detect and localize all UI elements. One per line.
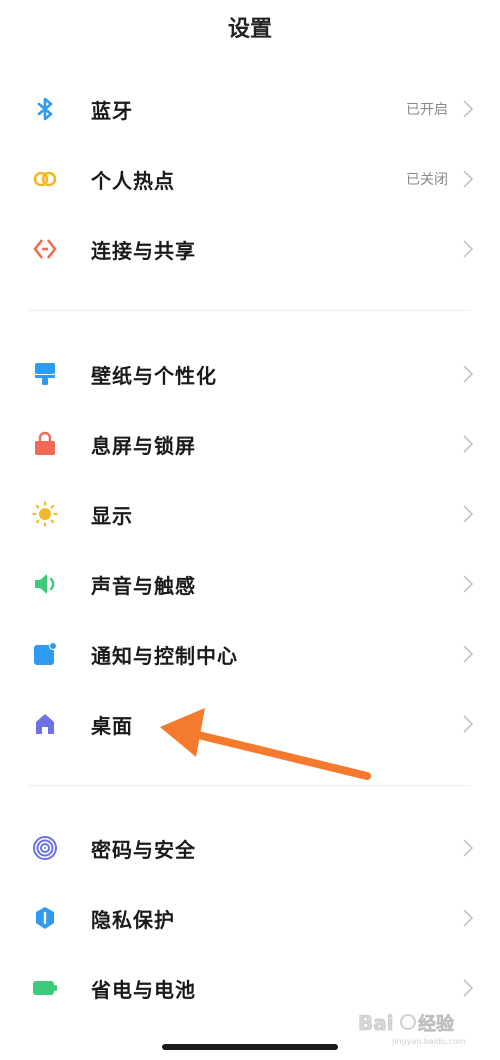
chevron-right-icon bbox=[463, 170, 474, 188]
speaker-icon bbox=[32, 571, 58, 597]
chevron-right-icon bbox=[463, 435, 474, 453]
chevron-right-icon bbox=[463, 839, 474, 857]
settings-item-label: 壁纸与个性化 bbox=[91, 363, 217, 388]
settings-item-label: 显示 bbox=[91, 503, 133, 528]
chevron-right-icon bbox=[463, 575, 474, 593]
section-divider bbox=[28, 310, 470, 311]
settings-item-notifications[interactable]: 通知与控制中心 bbox=[0, 619, 500, 689]
settings-item-label: 个人热点 bbox=[91, 168, 175, 193]
settings-item-password-security[interactable]: 密码与安全 bbox=[0, 813, 500, 883]
lock-icon bbox=[32, 431, 58, 457]
settings-item-label: 桌面 bbox=[91, 713, 133, 738]
chevron-right-icon bbox=[463, 909, 474, 927]
svg-text:Bai: Bai bbox=[358, 1011, 394, 1035]
settings-item-desktop[interactable]: 桌面 bbox=[0, 689, 500, 759]
settings-item-label: 省电与电池 bbox=[91, 977, 196, 1002]
status-text: 已关闭 bbox=[406, 172, 448, 188]
chevron-right-icon bbox=[463, 645, 474, 663]
svg-text:jingyan.baidu.com: jingyan.baidu.com bbox=[391, 1037, 466, 1046]
bluetooth-icon bbox=[32, 96, 58, 122]
settings-item-label: 隐私保护 bbox=[91, 907, 175, 932]
settings-item-lock-screen[interactable]: 息屏与锁屏 bbox=[0, 409, 500, 479]
chevron-right-icon bbox=[463, 365, 474, 383]
chevron-right-icon bbox=[463, 979, 474, 997]
home-indicator-bar[interactable] bbox=[162, 1044, 338, 1050]
settings-item-wallpaper[interactable]: 壁纸与个性化 bbox=[0, 339, 500, 409]
battery-icon bbox=[32, 975, 58, 1001]
page-title: 设置 bbox=[227, 17, 272, 42]
shield-icon bbox=[32, 905, 58, 931]
settings-item-label: 蓝牙 bbox=[91, 98, 133, 123]
notification-icon bbox=[32, 641, 58, 667]
hotspot-icon bbox=[32, 166, 58, 192]
chevron-right-icon bbox=[463, 240, 474, 258]
share-icon bbox=[32, 236, 58, 262]
chevron-right-icon bbox=[463, 100, 474, 118]
settings-item-hotspot[interactable]: 个人热点 已关闭 bbox=[0, 144, 500, 214]
settings-item-label: 密码与安全 bbox=[91, 837, 196, 862]
status-text: 已开启 bbox=[406, 102, 448, 118]
baidu-watermark-logo: Bai 经验 jingyan.baidu.com bbox=[352, 1008, 482, 1048]
settings-item-sound[interactable]: 声音与触感 bbox=[0, 549, 500, 619]
settings-item-bluetooth[interactable]: 蓝牙 已开启 bbox=[0, 74, 500, 144]
settings-item-label: 声音与触感 bbox=[91, 573, 196, 598]
chevron-right-icon bbox=[463, 505, 474, 523]
settings-item-label: 息屏与锁屏 bbox=[91, 433, 196, 458]
sun-icon bbox=[32, 501, 58, 527]
section-divider bbox=[28, 785, 470, 786]
settings-item-connection-share[interactable]: 连接与共享 bbox=[0, 214, 500, 284]
settings-item-display[interactable]: 显示 bbox=[0, 479, 500, 549]
chevron-right-icon bbox=[463, 715, 474, 733]
settings-item-label: 通知与控制中心 bbox=[91, 643, 238, 668]
wallpaper-icon bbox=[32, 361, 58, 387]
fingerprint-icon bbox=[32, 835, 58, 861]
settings-item-label: 连接与共享 bbox=[91, 238, 196, 263]
svg-text:经验: 经验 bbox=[418, 1013, 455, 1035]
home-icon bbox=[32, 711, 58, 737]
settings-item-privacy[interactable]: 隐私保护 bbox=[0, 883, 500, 953]
